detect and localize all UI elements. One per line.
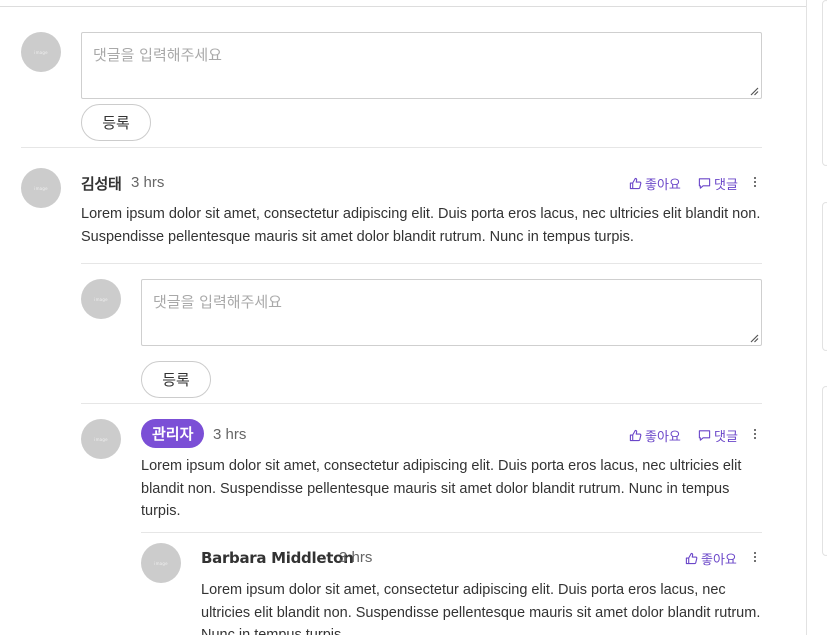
sidebar-card — [822, 386, 827, 556]
comment-text: Lorem ipsum dolor sit amet, consectetur … — [81, 206, 761, 245]
divider — [81, 403, 762, 404]
more-options-icon[interactable] — [751, 175, 759, 189]
admin-badge: 관리자 — [141, 419, 205, 448]
comment-time: 3 hrs — [213, 426, 247, 443]
current-user-avatar: image — [21, 32, 61, 72]
like-button[interactable]: 좋아요 — [685, 549, 737, 568]
new-comment-input[interactable]: 댓글을 입력해주세요 — [81, 32, 762, 99]
more-options-icon[interactable] — [751, 427, 759, 441]
like-button[interactable]: 좋아요 — [629, 174, 681, 193]
new-comment-placeholder: 댓글을 입력해주세요 — [93, 46, 222, 64]
resize-grip-icon[interactable] — [750, 334, 759, 343]
thumbs-up-icon — [629, 177, 642, 190]
reply-input[interactable]: 댓글을 입력해주세요 — [141, 279, 762, 346]
divider — [21, 147, 762, 148]
sidebar-divider — [806, 0, 807, 635]
more-options-icon[interactable] — [751, 550, 759, 564]
reply-submit-button[interactable]: 등록 — [141, 361, 211, 398]
comment-time: 3 hrs — [339, 549, 373, 566]
sidebar-card — [822, 202, 827, 351]
avatar: image — [81, 419, 121, 459]
comment-time: 3 hrs — [131, 174, 165, 191]
reply-button[interactable]: 댓글 — [698, 426, 738, 445]
current-user-avatar: image — [81, 279, 121, 319]
top-divider — [0, 6, 806, 7]
comment-text: Lorem ipsum dolor sit amet, consectetur … — [141, 458, 742, 519]
sidebar-card — [822, 0, 827, 166]
reply-button[interactable]: 댓글 — [698, 174, 738, 193]
resize-grip-icon[interactable] — [750, 87, 759, 96]
reply-placeholder: 댓글을 입력해주세요 — [153, 293, 282, 311]
comment-text: Lorem ipsum dolor sit amet, consectetur … — [201, 582, 761, 635]
divider — [141, 532, 762, 533]
new-comment-submit-button[interactable]: 등록 — [81, 104, 151, 141]
like-button[interactable]: 좋아요 — [629, 426, 681, 445]
speech-bubble-icon — [698, 178, 711, 189]
avatar: image — [21, 168, 61, 208]
thumbs-up-icon — [685, 552, 698, 565]
thumbs-up-icon — [629, 429, 642, 442]
comment-author[interactable]: 김성태 — [81, 173, 122, 194]
avatar: image — [141, 543, 181, 583]
speech-bubble-icon — [698, 430, 711, 441]
divider — [81, 263, 762, 264]
comment-author[interactable]: Barbara Middleton — [201, 549, 354, 567]
